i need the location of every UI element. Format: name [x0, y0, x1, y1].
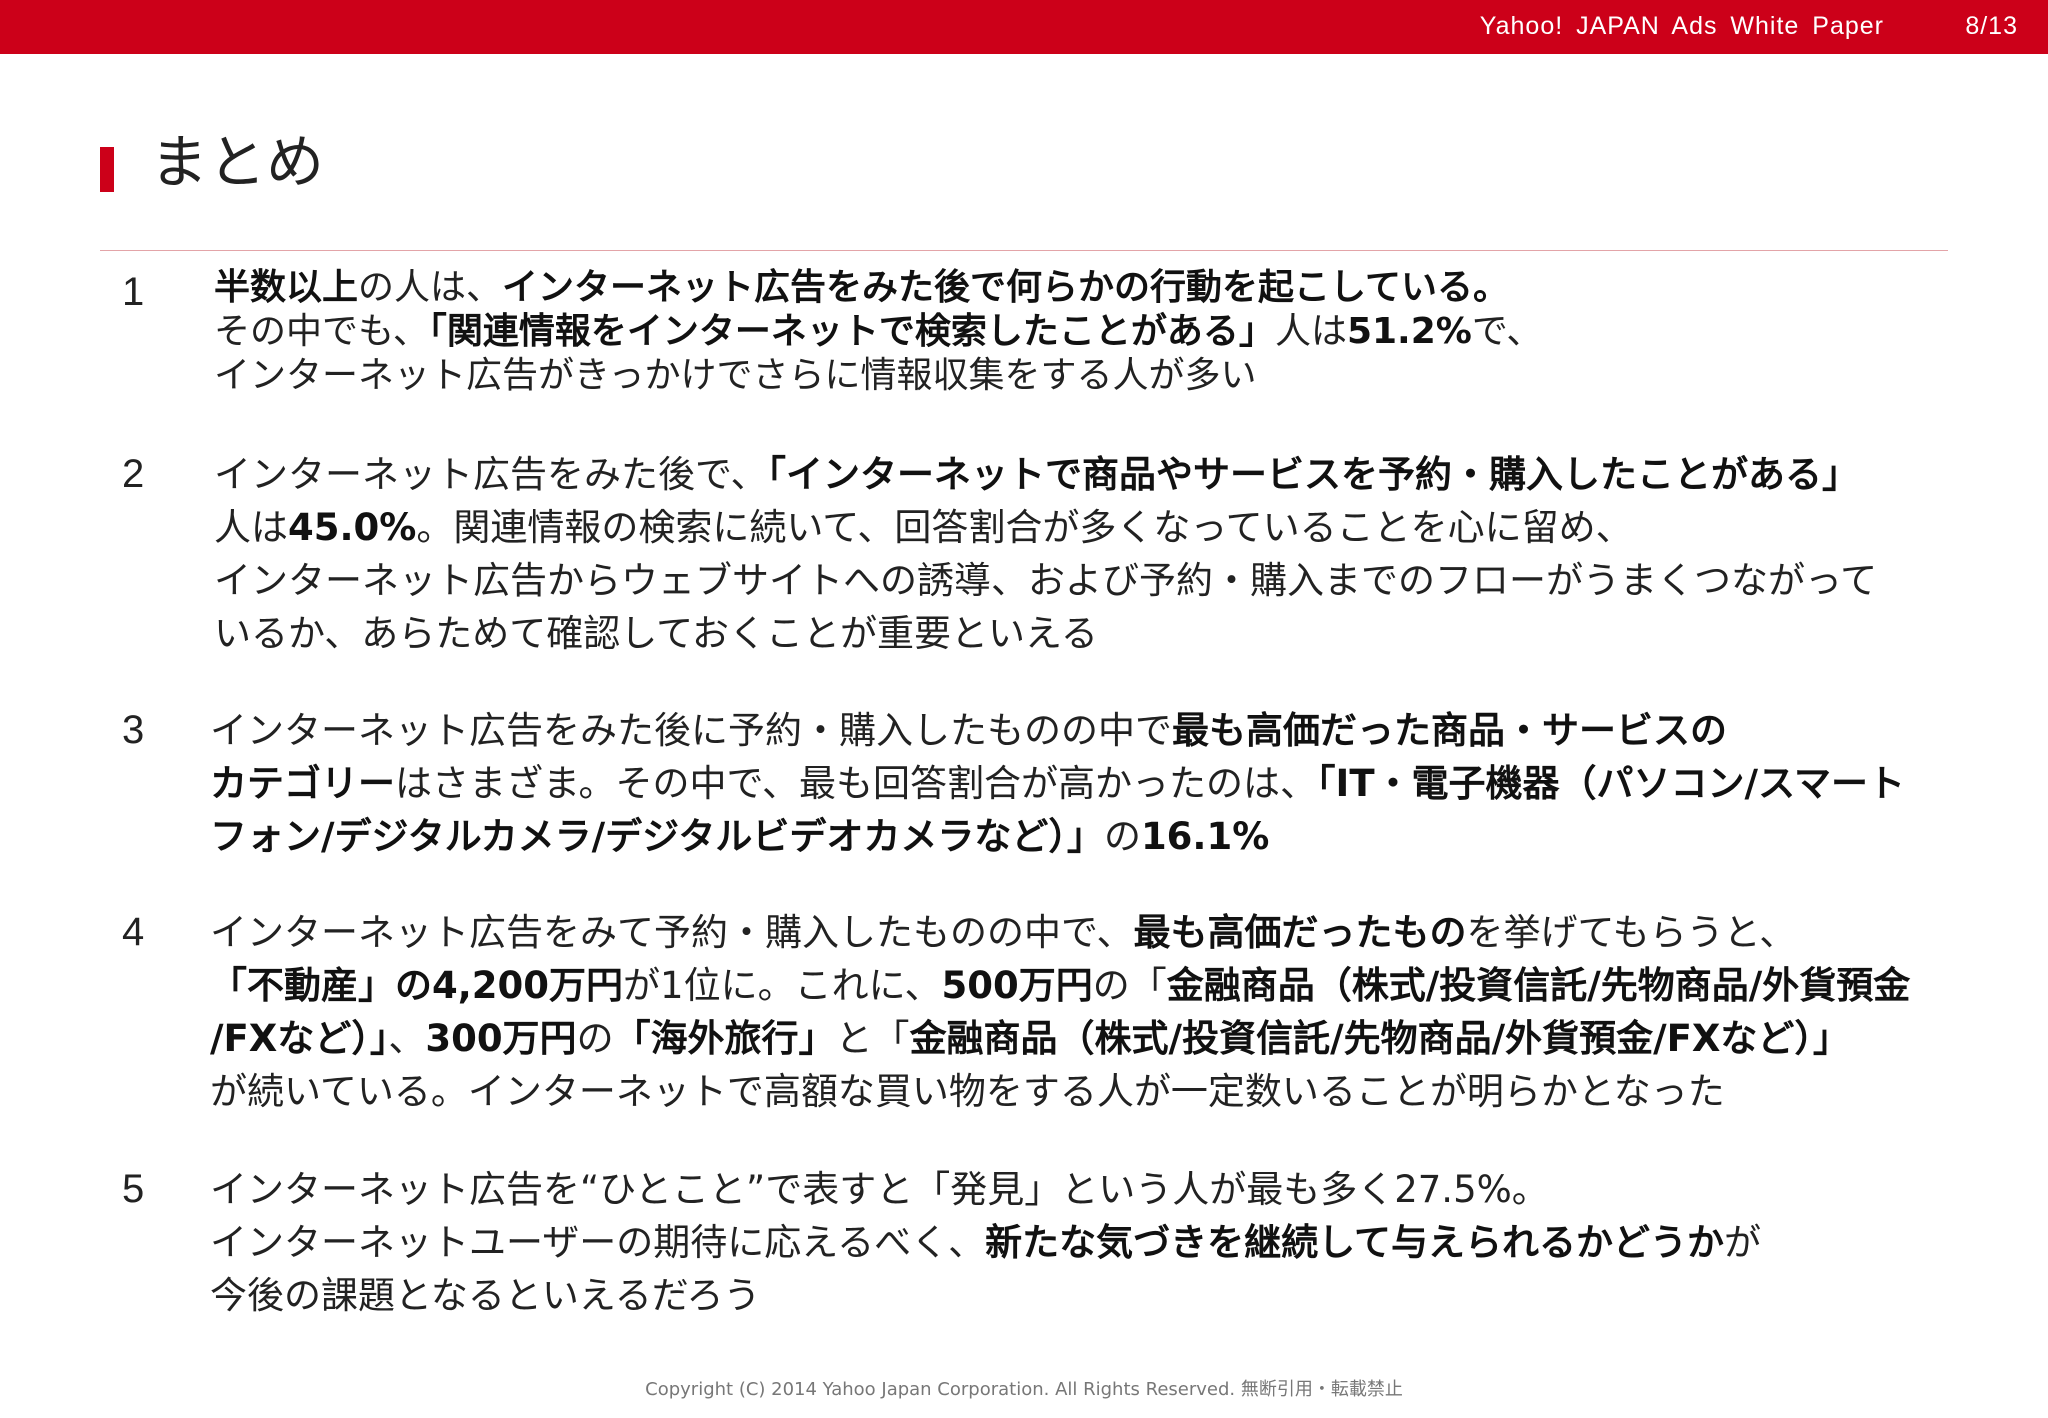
- emphasis-text: 16.1%: [1140, 815, 1270, 858]
- text-line: フォン/デジタルカメラ/デジタルビデオカメラなど）」の16.1%: [210, 810, 1905, 863]
- emphasis-text: 500万円: [941, 964, 1093, 1007]
- text-line: インターネット広告をみて予約・購入したものの中で、最も高価だったものを挙げてもら…: [210, 906, 1910, 959]
- item-text: インターネット広告をみた後で、「インターネットで商品やサービスを予約・購入したこ…: [214, 448, 1877, 660]
- item-text: インターネット広告を“ひとこと”で表すと「発見」という人が最も多く27.5%。イ…: [210, 1163, 1761, 1322]
- body-text: インターネット広告がきっかけでさらに情報収集をする人が多い: [214, 355, 1257, 396]
- brand-label: Yahoo! JAPAN Ads White Paper: [1479, 12, 1884, 40]
- body-text: の: [576, 1017, 614, 1060]
- text-line: が続いている。インターネットで高額な買い物をする人が一定数いることが明らかとなっ…: [210, 1065, 1910, 1118]
- body-text: が1位に。これに、: [623, 964, 942, 1007]
- emphasis-text: 金融商品（株式/投資信託/先物商品/外貨預金: [1166, 964, 1911, 1007]
- emphasis-text: 半数以上: [214, 267, 359, 308]
- body-text: 人は: [214, 506, 288, 549]
- item-number: 1: [122, 270, 145, 314]
- body-text: の: [1103, 815, 1141, 858]
- body-text: を挙げてもらうと、: [1466, 911, 1797, 954]
- text-line: 今後の課題となるといえるだろう: [210, 1269, 1761, 1322]
- title-marker: [100, 147, 114, 192]
- item-number: 3: [122, 708, 145, 752]
- text-line: インターネット広告をみた後に予約・購入したものの中で最も高価だった商品・サービス…: [210, 704, 1905, 757]
- emphasis-text: 新たな気づきを継続して与えられるかどうか: [985, 1221, 1725, 1264]
- body-text: インターネットユーザーの期待に応えるべく、: [210, 1221, 986, 1264]
- body-text: インターネット広告からウェブサイトへの誘導、および予約・購入までのフローがうまく…: [214, 559, 1878, 602]
- body-text: インターネット広告をみた後で、: [214, 453, 768, 496]
- body-text: と「: [835, 1017, 910, 1060]
- emphasis-text: カテゴリー: [210, 762, 395, 805]
- emphasis-text: /FXなど）」: [210, 1017, 389, 1060]
- text-line: インターネット広告がきっかけでさらに情報収集をする人が多い: [214, 354, 1542, 398]
- emphasis-text: 45.0%: [288, 506, 417, 549]
- body-text: インターネット広告を“ひとこと”で表すと「発見」という人が最も多く27.5%。: [210, 1168, 1549, 1211]
- text-line: インターネット広告をみた後で、「インターネットで商品やサービスを予約・購入したこ…: [214, 448, 1877, 501]
- page-title: まとめ: [150, 128, 325, 196]
- body-text: 人は: [1274, 311, 1347, 352]
- body-text: その中でも、: [214, 311, 429, 352]
- emphasis-text: インターネット広告をみた後で何らかの行動を起こしている。: [502, 267, 1509, 308]
- text-line: その中でも、「関連情報をインターネットで検索したことがある」人は51.2%で、: [214, 310, 1542, 354]
- emphasis-text: 最も高価だった商品・サービスの: [1172, 709, 1727, 752]
- body-text: はさまざま。その中で、最も回答割合が高かったのは、: [395, 762, 1318, 805]
- body-text: の「: [1092, 964, 1167, 1007]
- text-line: いるか、あらためて確認しておくことが重要といえる: [214, 607, 1877, 660]
- body-text: インターネット広告をみた後に予約・購入したものの中で: [210, 709, 1172, 752]
- item-number: 2: [122, 452, 145, 496]
- body-text: で、: [1471, 311, 1543, 352]
- emphasis-text: 300万円: [425, 1017, 577, 1060]
- text-line: インターネット広告を“ひとこと”で表すと「発見」という人が最も多く27.5%。: [210, 1163, 1761, 1216]
- item-text: 半数以上の人は、インターネット広告をみた後で何らかの行動を起こしている。 その中で…: [214, 266, 1542, 398]
- page-number: 8/13: [1965, 12, 2018, 40]
- item-text: インターネット広告をみて予約・購入したものの中で、最も高価だったものを挙げてもら…: [210, 906, 1910, 1118]
- title-divider: [100, 250, 1948, 251]
- header-bar: Yahoo! JAPAN Ads White Paper 8/13: [0, 0, 2048, 54]
- emphasis-text: 「関連情報をインターネットで検索したことがある」: [428, 311, 1275, 352]
- emphasis-text: 「IT・電子機器（パソコン/スマート: [1317, 762, 1905, 805]
- text-line: 半数以上の人は、インターネット広告をみた後で何らかの行動を起こしている。: [214, 266, 1542, 310]
- copyright-footer: Copyright (C) 2014 Yahoo Japan Corporati…: [645, 1379, 1403, 1400]
- emphasis-text: フォン/デジタルカメラ/デジタルビデオカメラなど）」: [210, 815, 1104, 858]
- body-text: の人は、: [358, 267, 503, 308]
- emphasis-text: 最も高価だったもの: [1133, 911, 1467, 954]
- body-text: 、: [388, 1017, 426, 1060]
- body-text: 今後の課題となるといえるだろう: [210, 1274, 761, 1317]
- item-number: 5: [122, 1167, 145, 1211]
- body-text: が続いている。インターネットで高額な買い物をする人が一定数いることが明らかとなっ…: [210, 1070, 1725, 1113]
- emphasis-text: 「インターネットで商品やサービスを予約・購入したことがある」: [767, 453, 1860, 496]
- body-text: が: [1724, 1221, 1762, 1264]
- emphasis-text: 51.2%: [1346, 311, 1472, 352]
- emphasis-text: 金融商品（株式/投資信託/先物商品/外貨預金/FXなど）」: [909, 1017, 1850, 1060]
- text-line: インターネットユーザーの期待に応えるべく、新たな気づきを継続して与えられるかどう…: [210, 1216, 1761, 1269]
- emphasis-text: 「海外旅行」: [613, 1017, 836, 1060]
- text-line: /FXなど）」、300万円の「海外旅行」と「金融商品（株式/投資信託/先物商品/…: [210, 1012, 1910, 1065]
- body-text: インターネット広告をみて予約・購入したものの中で、: [210, 911, 1134, 954]
- text-line: 「不動産」の4,200万円が1位に。これに、500万円の「金融商品（株式/投資信…: [210, 959, 1910, 1012]
- text-line: カテゴリーはさまざま。その中で、最も回答割合が高かったのは、「IT・電子機器（パ…: [210, 757, 1905, 810]
- item-text: インターネット広告をみた後に予約・購入したものの中で最も高価だった商品・サービス…: [210, 704, 1905, 863]
- emphasis-text: 「不動産」の4,200万円: [210, 964, 624, 1007]
- text-line: 人は45.0%。関連情報の検索に続いて、回答割合が多くなっていることを心に留め、: [214, 501, 1877, 554]
- body-text: いるか、あらためて確認しておくことが重要といえる: [214, 612, 1098, 655]
- text-line: インターネット広告からウェブサイトへの誘導、および予約・購入までのフローがうまく…: [214, 554, 1877, 607]
- body-text: 。関連情報の検索に続いて、回答割合が多くなっていることを心に留め、: [416, 506, 1633, 549]
- item-number: 4: [122, 910, 145, 954]
